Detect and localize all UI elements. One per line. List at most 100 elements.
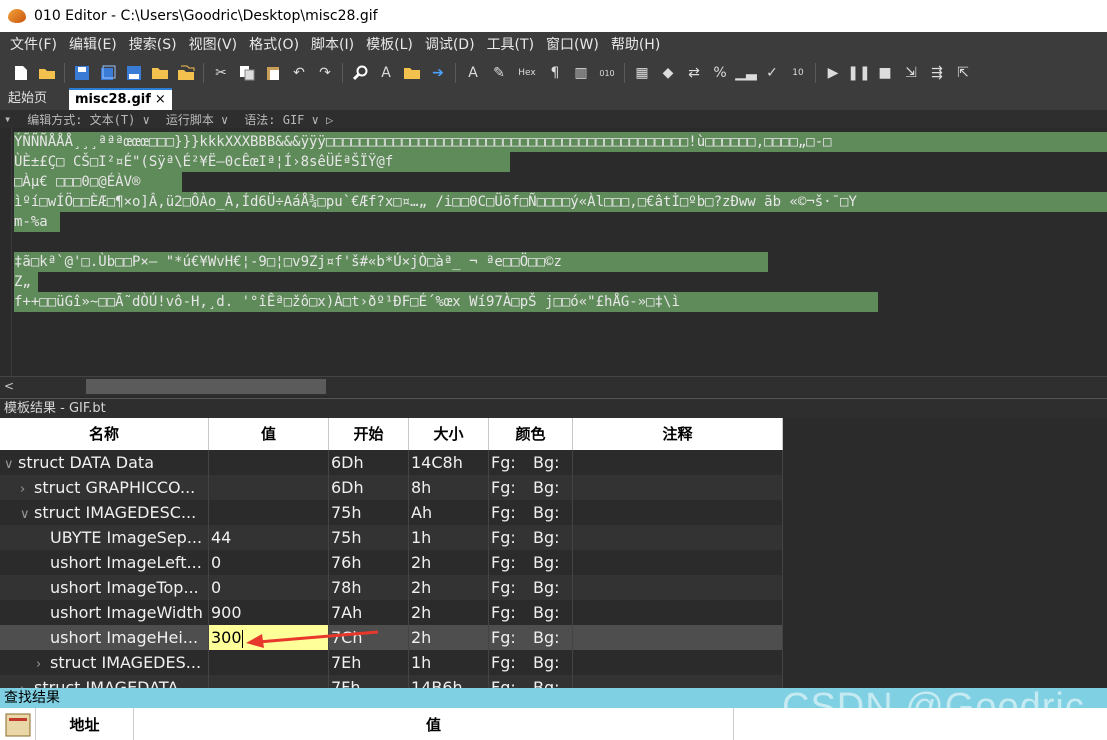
menu-view[interactable]: 视图(V) — [183, 32, 244, 58]
collapsed-chevron-icon[interactable]: › — [20, 677, 34, 688]
text-line[interactable]: m-%a — [14, 212, 60, 232]
text-line[interactable]: Z„ — [14, 272, 38, 292]
col-comment[interactable]: 注释 — [573, 418, 783, 450]
cut-icon[interactable]: ✂ — [211, 63, 231, 83]
paragraph-icon[interactable]: ¶ — [545, 63, 565, 83]
menu-tools[interactable]: 工具(T) — [481, 32, 540, 58]
scroll-thumb[interactable] — [86, 379, 326, 394]
copy-icon[interactable] — [237, 63, 257, 83]
collapse-icon[interactable]: ▾ — [4, 112, 11, 126]
col-address[interactable]: 地址 — [36, 708, 134, 740]
tab-misc28-gif[interactable]: misc28.gif × — [69, 88, 172, 110]
row-value: 0 — [209, 550, 329, 575]
text-line[interactable]: ìºí□wÍÖ□□ÈÆ□¶×o]Â,ü2□ÔÀo_À,Íd6Ü÷AáÅ¾□pu`… — [14, 192, 1107, 212]
folder-icon[interactable] — [150, 63, 170, 83]
template-row[interactable]: › struct GRAPHICCO... 6Dh 8h Fg: Bg: — [0, 475, 783, 500]
menu-window[interactable]: 窗口(W) — [540, 32, 605, 58]
menu-edit[interactable]: 编辑(E) — [63, 32, 123, 58]
find-in-files-icon[interactable] — [402, 63, 422, 83]
col-color[interactable]: 颜色 — [489, 418, 573, 450]
save-all-icon[interactable] — [98, 63, 118, 83]
row-value — [209, 450, 329, 475]
template-row[interactable]: ›struct IMAGEDATA 7Fh14B6hFg: Bg: — [0, 675, 783, 688]
col-find-value[interactable]: 值 — [134, 708, 734, 740]
tab-bar: 起始页 misc28.gif × — [0, 88, 1107, 110]
save-as-icon[interactable] — [124, 63, 144, 83]
value-edit-text[interactable]: 300 — [211, 628, 242, 647]
new-file-icon[interactable] — [11, 63, 31, 83]
open-folder-icon[interactable] — [37, 63, 57, 83]
text-line[interactable]: ÝÑÑÑÅÅÅ¸¸¸ªªªœœœ□□□}}}kkkXXXBBB&&&ÿÿÿ□□□… — [14, 132, 1107, 152]
text-line[interactable]: ÙÈ±£Ç□ CŠ□I²¤É"(Sÿª\É²¥Ë–0cÊœIª¦Í›8sêÜÉª… — [14, 152, 510, 172]
percent-icon[interactable]: % — [710, 63, 730, 83]
run-script-dropdown[interactable]: 运行脚本 ∨ — [166, 111, 228, 128]
highlight-icon[interactable]: ✎ — [489, 63, 509, 83]
template-row[interactable]: ushort ImageTop... 0 78h 2h Fg: Bg: — [0, 575, 783, 600]
menu-format[interactable]: 格式(O) — [243, 32, 305, 58]
row-value — [209, 675, 329, 688]
columns-icon[interactable]: ▥ — [571, 63, 591, 83]
row-fg: Fg: — [491, 578, 516, 597]
row-fg: Fg: — [491, 528, 516, 547]
redo-icon[interactable]: ↷ — [315, 63, 335, 83]
template-row[interactable]: ushort ImageHei... 300 7Ch 2h Fg: Bg: — [0, 625, 783, 650]
close-icon[interactable]: × — [155, 89, 166, 111]
text-line[interactable]: f++□□üGî»~□□Ã˜dÒÚ!vô-H,¸d. '°îÊª□žô□x)À□… — [14, 292, 878, 312]
text-editor[interactable]: ÝÑÑÑÅÅÅ¸¸¸ªªªœœœ□□□}}}kkkXXXBBB&&&ÿÿÿ□□□… — [0, 128, 1107, 376]
paste-icon[interactable] — [263, 63, 283, 83]
menu-debug[interactable]: 调试(D) — [419, 32, 481, 58]
font-icon[interactable]: A — [463, 63, 483, 83]
text-line[interactable]: □Àµ€ □□□0□@ÉÀV® — [14, 172, 182, 192]
row-name: › struct GRAPHICCO... — [0, 475, 209, 500]
pause-icon[interactable]: ❚❚ — [847, 63, 870, 83]
folders-icon[interactable] — [176, 63, 196, 83]
calculator-icon[interactable]: ▦ — [632, 63, 652, 83]
checksum-icon[interactable]: ✓ — [762, 63, 782, 83]
menu-help[interactable]: 帮助(H) — [605, 32, 666, 58]
undo-icon[interactable]: ↶ — [289, 63, 309, 83]
menu-file[interactable]: 文件(F) — [4, 32, 63, 58]
collapsed-chevron-icon[interactable]: › — [20, 477, 34, 500]
replace-icon[interactable]: A — [376, 63, 396, 83]
col-name[interactable]: 名称 — [0, 418, 209, 450]
step-out-icon[interactable]: ⇱ — [953, 63, 973, 83]
toolbar-separator — [203, 63, 204, 83]
hex-icon[interactable]: Hex — [515, 63, 539, 83]
template-row[interactable]: ∨ struct DATA Data 6Dh 14C8h Fg: Bg: — [0, 450, 783, 475]
base-convert-icon[interactable]: 10 — [788, 63, 808, 83]
menu-template[interactable]: 模板(L) — [360, 32, 419, 58]
goto-icon[interactable]: ➔ — [428, 63, 448, 83]
collapsed-chevron-icon[interactable]: › — [36, 652, 50, 675]
horizontal-scrollbar[interactable]: < — [0, 376, 1107, 396]
template-row[interactable]: ushort ImageWidth 900 7Ah 2h Fg: Bg: — [0, 600, 783, 625]
col-start[interactable]: 开始 — [329, 418, 409, 450]
bookmark-icon[interactable]: ◆ — [658, 63, 678, 83]
edit-mode-dropdown[interactable]: 编辑方式: 文本(T) ∨ — [27, 111, 150, 128]
template-row[interactable]: › struct IMAGEDES... 7Eh 1h Fg: Bg: — [0, 650, 783, 675]
scroll-left-icon[interactable]: < — [4, 379, 14, 393]
find-icon[interactable] — [350, 63, 370, 83]
col-size[interactable]: 大小 — [409, 418, 489, 450]
compare-icon[interactable]: ⇄ — [684, 63, 704, 83]
menu-script[interactable]: 脚本(I) — [305, 32, 360, 58]
col-value[interactable]: 值 — [209, 418, 329, 450]
template-row[interactable]: ushort ImageLeft... 0 76h 2h Fg: Bg: — [0, 550, 783, 575]
expand-chevron-icon[interactable]: ∨ — [4, 452, 18, 475]
histogram-icon[interactable]: ▁▃ — [735, 63, 757, 83]
text-line[interactable]: ‡ã□kª`@'□.Ùb□□P×— "*ú€¥WvH€¦-9□¦□v9Zj¤f'… — [14, 252, 768, 272]
template-row[interactable]: UBYTE ImageSep... 44 75h 1h Fg: Bg: — [0, 525, 783, 550]
step-into-icon[interactable]: ⇲ — [901, 63, 921, 83]
tab-start-page[interactable]: 起始页 — [0, 88, 55, 110]
text-line[interactable] — [14, 232, 24, 252]
step-over-icon[interactable]: ⇶ — [927, 63, 947, 83]
row-comment — [573, 450, 783, 475]
menu-search[interactable]: 搜索(S) — [123, 32, 183, 58]
template-row[interactable]: ∨ struct IMAGEDESC... 75h Ah Fg: Bg: — [0, 500, 783, 525]
run-icon[interactable]: ▶ — [823, 63, 843, 83]
binary-icon[interactable]: 010 — [597, 63, 617, 83]
save-icon[interactable] — [72, 63, 92, 83]
syntax-dropdown[interactable]: 语法: GIF ∨ ▷ — [244, 111, 333, 128]
expand-chevron-icon[interactable]: ∨ — [20, 502, 34, 525]
stop-icon[interactable]: ■ — [875, 63, 895, 83]
row-name-label: ushort ImageWidth — [50, 603, 203, 622]
